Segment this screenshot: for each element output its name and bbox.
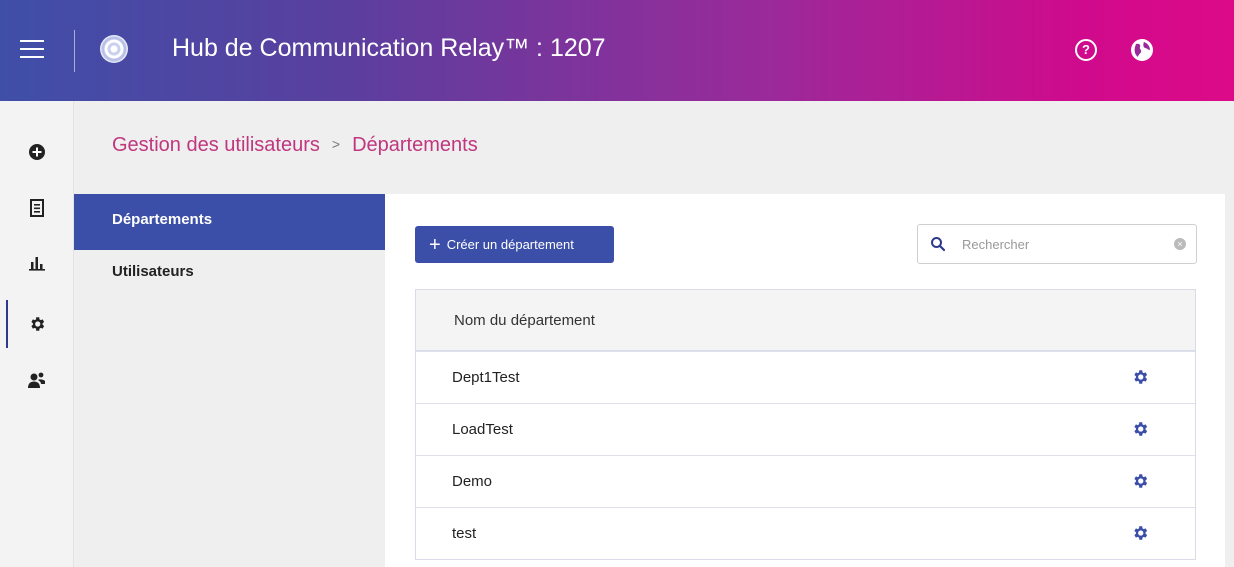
create-department-button[interactable]: + Créer un département — [415, 226, 614, 263]
breadcrumb-separator: > — [331, 136, 341, 152]
breadcrumb-current: Départements — [352, 134, 478, 156]
row-settings-gear-icon[interactable] — [1131, 472, 1149, 490]
create-department-label: Créer un département — [446, 237, 574, 252]
table-row: Dept1Test — [416, 351, 1195, 403]
department-name: Demo — [452, 473, 493, 490]
relay-logo — [100, 35, 128, 63]
app-header: Hub de Communication Relay™ : 1207 ? — [0, 0, 1234, 101]
add-icon[interactable] — [24, 139, 50, 165]
globe-icon[interactable] — [1130, 38, 1154, 62]
row-settings-gear-icon[interactable] — [1131, 524, 1149, 542]
table-row: test — [416, 507, 1195, 559]
users-icon[interactable] — [24, 367, 50, 393]
menu-icon[interactable] — [20, 40, 44, 60]
rail-active-indicator — [6, 300, 8, 348]
search-box: × — [917, 224, 1197, 264]
clear-search-icon[interactable]: × — [1174, 238, 1186, 250]
app-title: Hub de Communication Relay™ : 1207 — [172, 34, 606, 62]
main-panel: + Créer un département × Nom du départem… — [385, 194, 1225, 567]
column-header-name[interactable]: Nom du département — [454, 312, 595, 329]
document-icon[interactable] — [24, 195, 50, 221]
department-name: test — [452, 525, 477, 542]
table-row: Demo — [416, 455, 1195, 507]
header-divider — [74, 30, 75, 72]
subnav-item-departements[interactable]: Départements — [74, 194, 385, 250]
search-input[interactable] — [962, 233, 1162, 255]
subnav-item-utilisateurs[interactable]: Utilisateurs — [74, 250, 385, 306]
breadcrumb: Gestion des utilisateurs > Départements — [112, 134, 478, 157]
subnav-item-label: Utilisateurs — [112, 263, 194, 280]
plus-icon: + — [429, 233, 441, 256]
department-name: Dept1Test — [452, 369, 520, 386]
departments-table: Nom du département Dept1Test LoadTest De… — [415, 289, 1196, 560]
table-header: Nom du département — [416, 290, 1195, 351]
chart-icon[interactable] — [24, 250, 50, 276]
sub-navigation: Départements Utilisateurs — [74, 194, 385, 567]
breadcrumb-parent[interactable]: Gestion des utilisateurs — [112, 134, 320, 156]
row-settings-gear-icon[interactable] — [1131, 368, 1149, 386]
search-icon — [931, 237, 946, 252]
table-row: LoadTest — [416, 403, 1195, 455]
department-name: LoadTest — [452, 421, 513, 438]
subnav-item-label: Départements — [112, 211, 213, 228]
help-icon[interactable]: ? — [1075, 39, 1097, 61]
left-rail — [0, 101, 74, 567]
row-settings-gear-icon[interactable] — [1131, 420, 1149, 438]
gear-icon[interactable] — [24, 311, 50, 337]
